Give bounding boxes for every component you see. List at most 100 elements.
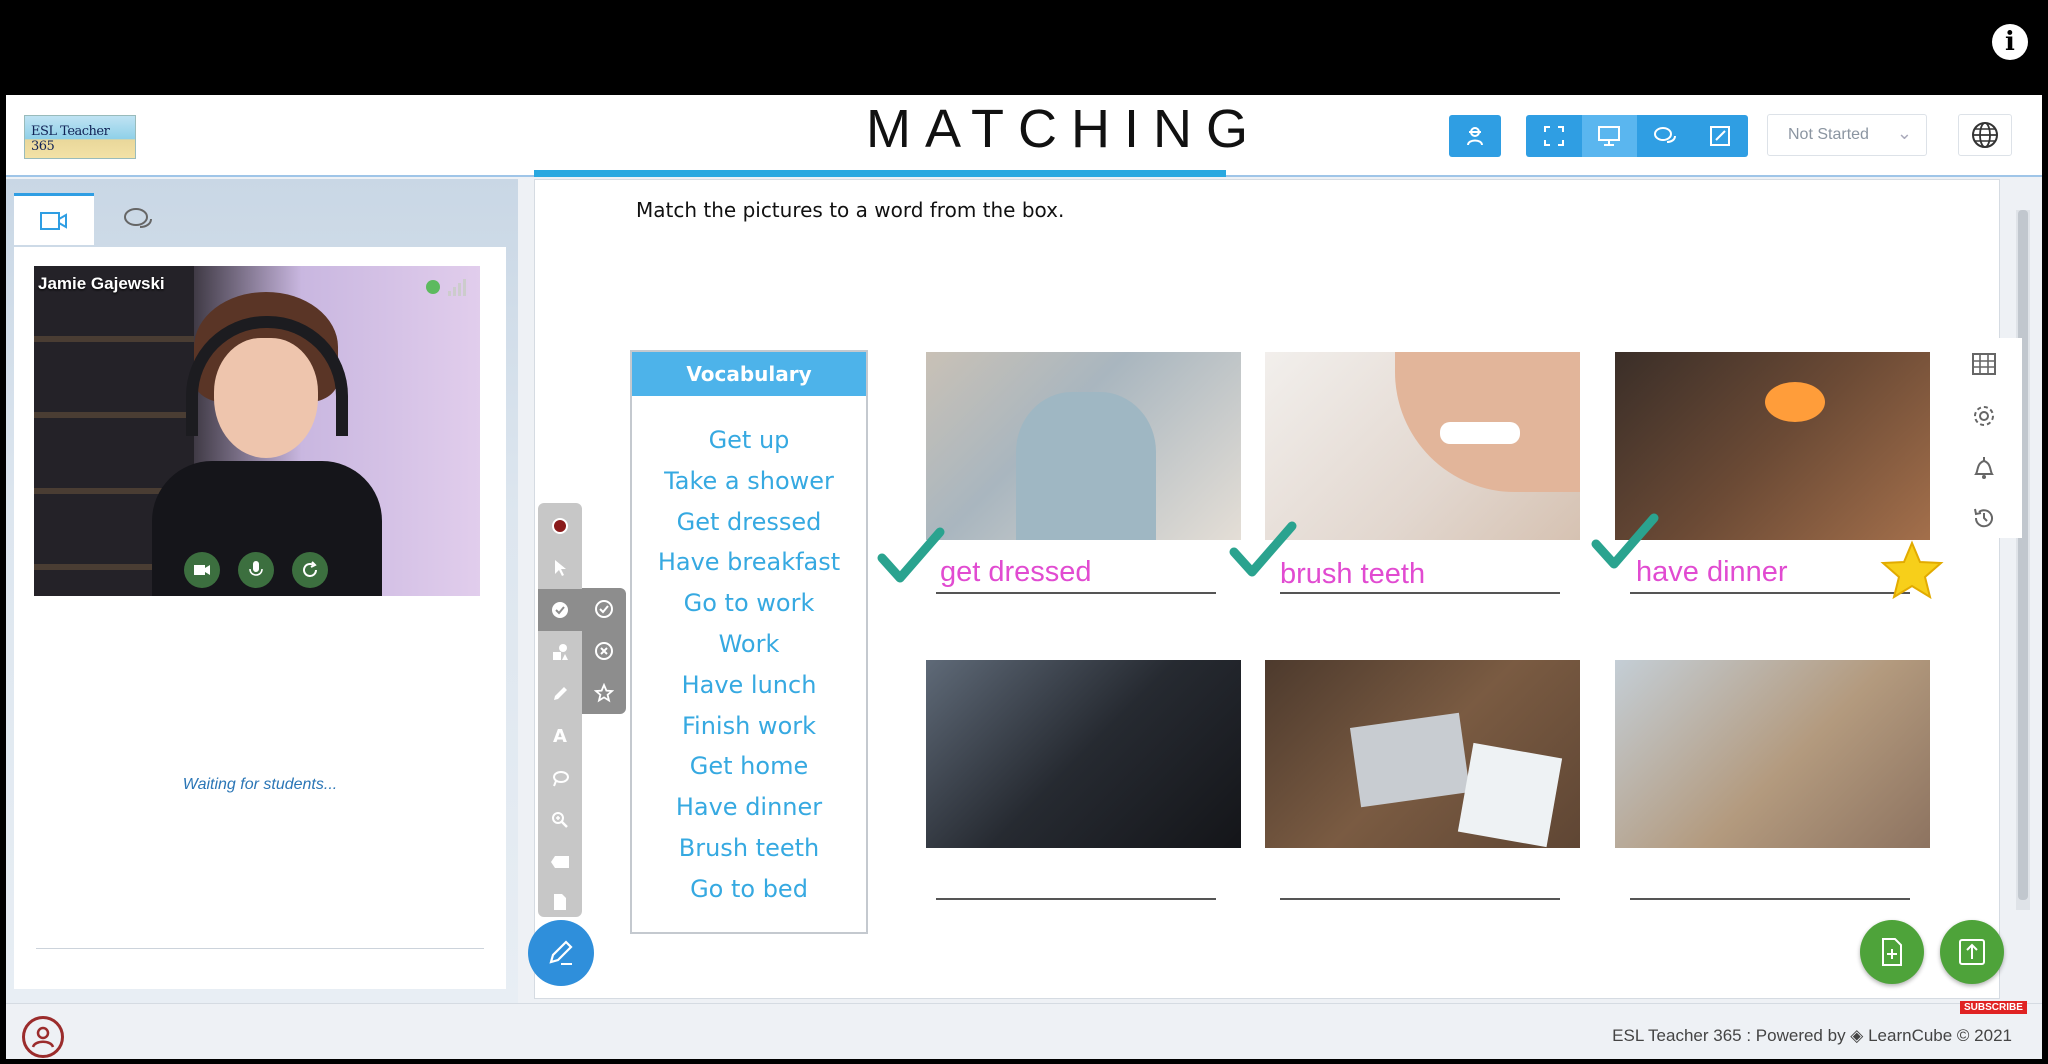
photo-car-interior (926, 660, 1241, 848)
add-page-button[interactable] (1860, 920, 1924, 984)
side-tools (1946, 338, 2022, 538)
camera-toggle-button[interactable] (184, 552, 220, 588)
left-panel-tabs (14, 193, 204, 245)
lasso-tool[interactable] (538, 757, 582, 799)
text-tool[interactable]: A (538, 715, 582, 757)
mic-toggle-button[interactable] (238, 552, 274, 588)
stamp-star-option[interactable] (582, 672, 626, 714)
vocab-item: Take a shower (664, 466, 834, 495)
close-circle-icon (595, 642, 613, 660)
status-select-value: Not Started (1788, 126, 1869, 143)
zoom-icon (552, 812, 568, 828)
bell-icon (1974, 457, 1994, 479)
pencil-icon (554, 687, 567, 700)
cursor-icon (555, 560, 566, 576)
photo-laptop-work (1265, 660, 1580, 848)
history-icon (1974, 508, 1993, 528)
logo-text: ESL Teacher 365 (31, 124, 110, 154)
eraser-icon (551, 856, 569, 868)
text-icon: A (553, 725, 567, 747)
pen-icon (549, 940, 573, 965)
tab-chat[interactable] (98, 193, 178, 245)
stamp-options-flyout (582, 588, 626, 714)
vocab-item: Get home (689, 752, 809, 781)
stamp-cross-option[interactable] (582, 630, 626, 672)
logo: ESL Teacher 365 (24, 115, 136, 159)
monitor-icon (1598, 126, 1621, 146)
answer-line-4[interactable] (936, 898, 1216, 900)
answer-line-2[interactable] (1280, 592, 1560, 594)
participant-video: Jamie Gajewski (34, 266, 480, 596)
fullscreen-icon (1543, 126, 1564, 146)
record-button[interactable] (538, 505, 582, 547)
chevron-down-icon: ⌄ (1896, 123, 1912, 143)
switch-camera-button[interactable] (292, 552, 328, 588)
upload-button[interactable] (1940, 920, 2004, 984)
video-camera-icon (40, 211, 67, 230)
edit-icon (1710, 126, 1731, 146)
waiting-status: Waiting for students... (182, 776, 338, 793)
stage: i ESL Teacher 365 Not Started ⌄ Jamie Ga… (0, 0, 2048, 1064)
vocab-item: Brush teeth (678, 833, 820, 862)
worksheet-title: MATCHING (866, 99, 1262, 159)
participant-name: Jamie Gajewski (38, 274, 165, 293)
stamp-tool[interactable] (538, 589, 582, 631)
signal-icon (448, 278, 468, 296)
annotation-toggle-button[interactable] (528, 920, 594, 986)
star-icon (1880, 540, 1944, 600)
whiteboard-view-button[interactable] (1693, 115, 1749, 157)
gear-icon (1974, 406, 1994, 426)
annotation-toolbar: A (538, 503, 582, 917)
eraser-tool[interactable] (538, 841, 582, 883)
user-avatar[interactable] (22, 1016, 64, 1058)
notifications-button[interactable] (1966, 450, 2002, 486)
vocabulary-list: Get up Take a shower Get dressed Have break… (632, 420, 866, 910)
fullscreen-button[interactable] (1526, 115, 1582, 157)
check-mark-icon (1591, 513, 1659, 569)
tab-video[interactable] (14, 193, 94, 245)
grid-button[interactable] (1966, 346, 2002, 382)
fire-shape (1765, 382, 1825, 422)
answer-line-3[interactable] (1630, 592, 1910, 594)
settings-button[interactable] (1966, 398, 2002, 434)
vocabulary-heading: Vocabulary (632, 352, 866, 396)
language-button[interactable] (1958, 114, 2012, 156)
answer-line-6[interactable] (1630, 898, 1910, 900)
chat-icon (124, 208, 152, 228)
camera-icon (194, 565, 210, 575)
star-outline-icon (594, 683, 614, 703)
info-icon[interactable]: i (1992, 24, 2028, 60)
title-underline (534, 170, 1226, 177)
user-icon (31, 1026, 55, 1048)
pen-tool[interactable] (538, 673, 582, 715)
vocab-item: Finish work (681, 711, 817, 740)
document-tool[interactable] (538, 881, 582, 923)
add-document-icon (1882, 938, 1902, 966)
shapes-tool[interactable] (538, 631, 582, 673)
teacher-mode-button[interactable] (1449, 115, 1501, 157)
chat-view-button[interactable] (1637, 115, 1693, 157)
screen-view-button[interactable] (1581, 115, 1637, 157)
photo-get-dressed (926, 352, 1241, 540)
answer-line-1[interactable] (936, 592, 1216, 594)
pointer-tool[interactable] (538, 547, 582, 589)
record-icon (552, 518, 568, 534)
zoom-tool[interactable] (538, 799, 582, 841)
microphone-icon (249, 561, 263, 576)
answer-line-5[interactable] (1280, 898, 1560, 900)
scrollbar-thumb[interactable] (2018, 210, 2028, 900)
vocab-item: Get dressed (676, 507, 822, 536)
vocab-item: Have lunch (681, 670, 817, 699)
stamp-check-option[interactable] (582, 588, 626, 630)
lesson-status-select[interactable]: Not Started ⌄ (1767, 114, 1927, 156)
vocab-item: Get up (708, 426, 790, 454)
subscribe-badge[interactable]: SUBSCRIBE (1960, 1001, 2027, 1014)
view-mode-group (1526, 115, 1748, 157)
footer: ESL Teacher 365 : Powered by ◈ LearnCube… (6, 1003, 2042, 1059)
online-status-dot (426, 280, 440, 294)
answer-text-1: get dressed (940, 556, 1092, 588)
refresh-icon (303, 561, 317, 577)
check-circle-icon (595, 600, 613, 618)
history-button[interactable] (1966, 500, 2002, 536)
shapes-icon (553, 644, 568, 660)
